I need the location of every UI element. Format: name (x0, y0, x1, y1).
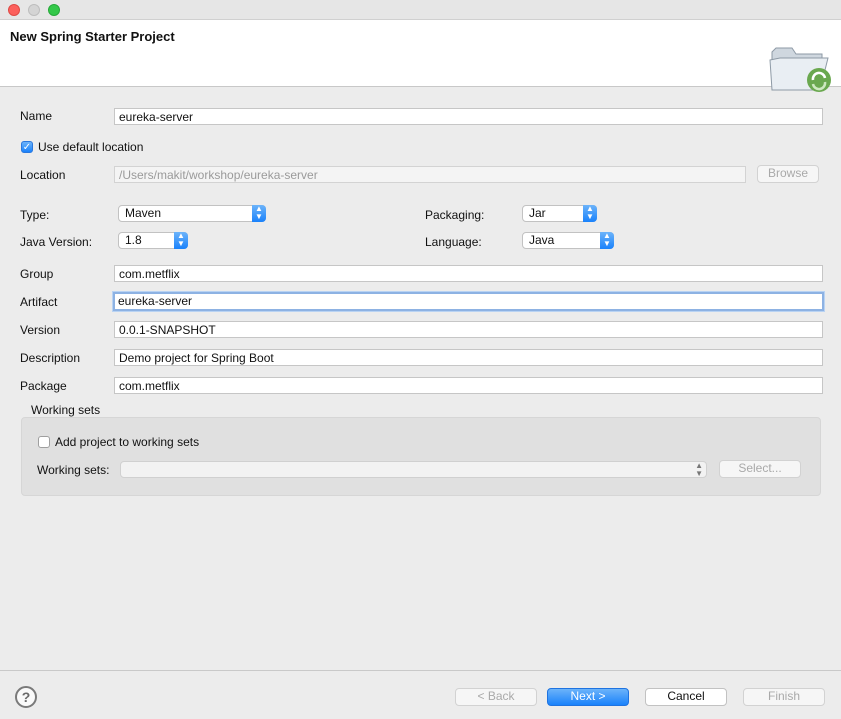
language-select-value: Java (529, 233, 555, 247)
type-select-value: Maven (125, 206, 162, 220)
use-default-location-label: Use default location (38, 140, 144, 154)
language-label: Language: (425, 235, 482, 249)
version-input[interactable]: 0.0.1-SNAPSHOT (114, 321, 823, 338)
folder-spring-icon (769, 47, 831, 92)
type-label: Type: (20, 208, 50, 222)
java-version-select-value: 1.8 (125, 233, 142, 247)
wizard-header: New Spring Starter Project (0, 20, 841, 92)
java-version-select[interactable]: 1.8 ▲ ▼ (118, 232, 188, 249)
browse-button[interactable]: Browse (757, 165, 819, 183)
type-select[interactable]: Maven ▲ ▼ (118, 205, 266, 222)
name-input[interactable]: eureka-server (114, 108, 823, 125)
description-input[interactable]: Demo project for Spring Boot (114, 349, 823, 366)
chevron-updown-icon: ▲ ▼ (583, 205, 597, 222)
window-title-bar (0, 0, 841, 20)
use-default-location-checkbox[interactable]: ✓ (21, 141, 33, 153)
artifact-input[interactable]: eureka-server (113, 292, 824, 311)
working-sets-group-title: Working sets (31, 403, 101, 417)
artifact-label: Artifact (20, 295, 58, 309)
chevron-updown-icon: ▲ ▼ (600, 232, 614, 249)
package-label: Package (20, 379, 67, 393)
location-input[interactable]: /Users/makit/workshop/eureka-server (114, 166, 746, 183)
name-label: Name (20, 109, 53, 123)
footer-divider (0, 670, 841, 671)
working-sets-label: Working sets: (37, 463, 110, 477)
cancel-button[interactable]: Cancel (645, 688, 727, 706)
chevron-updown-icon: ▲ ▼ (695, 461, 703, 478)
close-window-button[interactable] (8, 4, 20, 16)
group-input[interactable]: com.metflix (114, 265, 823, 282)
back-button[interactable]: < Back (455, 688, 537, 706)
packaging-label: Packaging: (425, 208, 485, 222)
packaging-select[interactable]: Jar ▲ ▼ (522, 205, 597, 222)
next-button[interactable]: Next > (547, 688, 629, 706)
chevron-updown-icon: ▲ ▼ (252, 205, 266, 222)
chevron-updown-icon: ▲ ▼ (174, 232, 188, 249)
packaging-select-value: Jar (529, 206, 546, 220)
zoom-window-button[interactable] (48, 4, 60, 16)
add-to-working-sets-checkbox[interactable] (38, 436, 50, 448)
add-to-working-sets-label: Add project to working sets (55, 435, 200, 449)
select-working-sets-button[interactable]: Select... (719, 460, 801, 478)
language-select[interactable]: Java ▲ ▼ (522, 232, 614, 249)
java-version-label: Java Version: (20, 235, 93, 249)
working-sets-group: Add project to working sets Working sets… (21, 417, 821, 496)
version-label: Version (20, 323, 61, 337)
minimize-window-button[interactable] (28, 4, 40, 16)
package-input[interactable]: com.metflix (114, 377, 823, 394)
group-label: Group (20, 267, 54, 281)
finish-button[interactable]: Finish (743, 688, 825, 706)
working-sets-select[interactable]: ▲ ▼ (120, 461, 707, 478)
description-label: Description (20, 351, 81, 365)
location-label: Location (20, 168, 66, 182)
page-title: New Spring Starter Project (10, 29, 175, 44)
help-icon[interactable]: ? (15, 686, 37, 708)
